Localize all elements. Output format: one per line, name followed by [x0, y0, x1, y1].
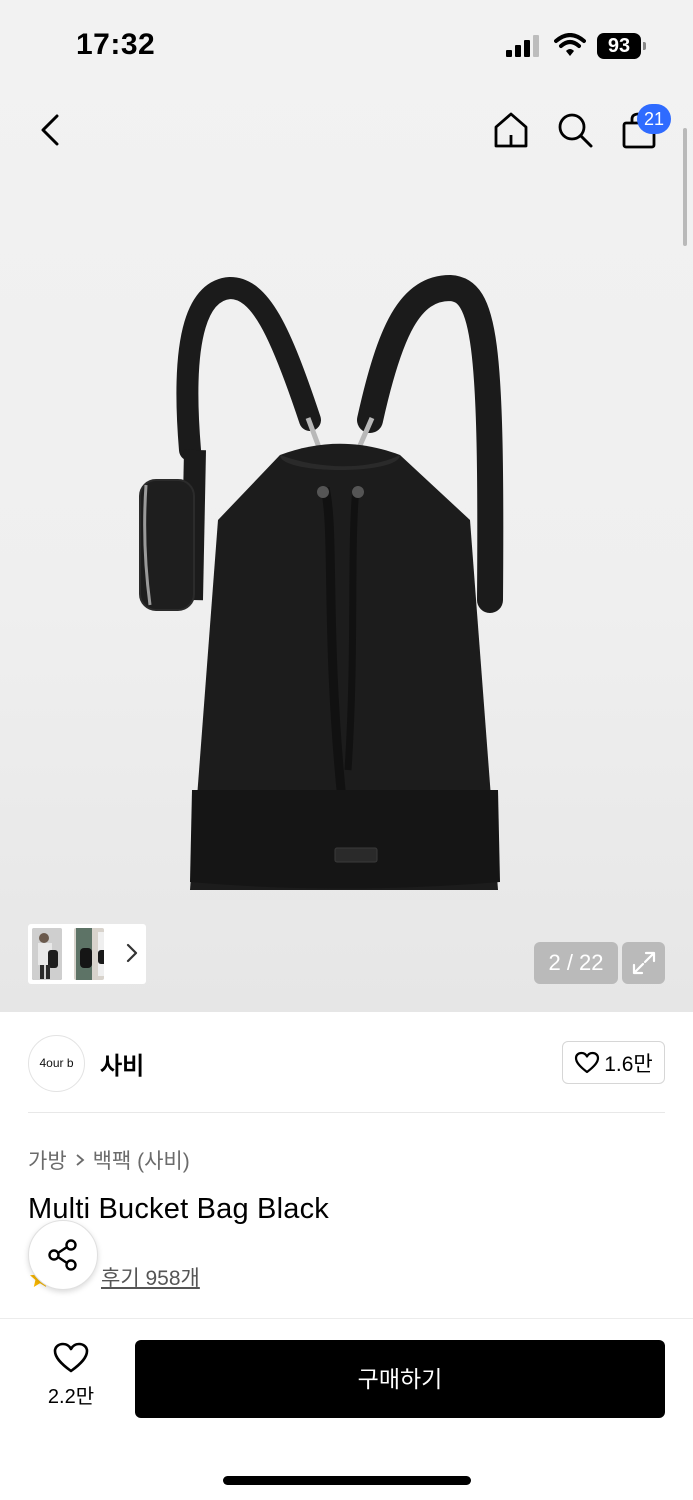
- scroll-indicator[interactable]: [683, 128, 687, 246]
- share-icon: [48, 1239, 77, 1271]
- heart-icon: [53, 1342, 89, 1373]
- chevron-left-icon: [41, 114, 59, 146]
- breadcrumb-category[interactable]: 가방: [28, 1145, 67, 1175]
- brand-logo[interactable]: 4our b: [28, 1035, 85, 1092]
- search-button[interactable]: [553, 108, 597, 152]
- image-page-indicator: 2 / 22: [534, 942, 618, 984]
- wifi-icon: [554, 33, 586, 56]
- thumbnail-image[interactable]: [32, 928, 62, 980]
- product-image: [139, 274, 504, 890]
- battery-indicator: 93: [597, 33, 647, 59]
- search-icon: [558, 113, 593, 148]
- home-button[interactable]: [489, 108, 533, 152]
- status-bar: 17:32 93: [0, 0, 693, 90]
- review-count-link[interactable]: 후기 958개: [101, 1262, 200, 1292]
- back-button[interactable]: [28, 108, 72, 152]
- breadcrumb-subcategory[interactable]: 백팩 (사비): [93, 1145, 190, 1175]
- buy-button[interactable]: 구매하기: [135, 1340, 665, 1418]
- chevron-right-icon: [76, 1154, 85, 1166]
- cart-count-badge: 21: [637, 104, 671, 134]
- heart-icon: [575, 1051, 600, 1073]
- battery-nub: [643, 42, 646, 50]
- share-button[interactable]: [28, 1220, 98, 1290]
- cellular-signal-icon: [506, 35, 539, 57]
- wishlist-count: 2.2만: [47, 1386, 95, 1408]
- expand-image-button[interactable]: [622, 942, 665, 984]
- home-indicator[interactable]: [223, 1476, 471, 1485]
- expand-icon: [632, 951, 655, 975]
- thumbnail-photo: [74, 928, 104, 980]
- thumbnail-photo: [32, 928, 62, 980]
- brand-name[interactable]: 사비: [100, 1046, 144, 1081]
- breadcrumb[interactable]: 가방 백팩 (사비): [28, 1145, 190, 1175]
- chevron-right-icon: [126, 943, 138, 963]
- brand-like-button[interactable]: 1.6만: [562, 1041, 665, 1084]
- brand-like-count: 1.6만: [604, 1052, 653, 1076]
- home-icon: [494, 112, 528, 148]
- status-time: 17:32: [76, 28, 156, 61]
- divider: [28, 1112, 665, 1113]
- battery-level: 93: [607, 35, 631, 57]
- thumbnail-strip[interactable]: [28, 924, 146, 984]
- thumbnail-image[interactable]: [74, 928, 104, 980]
- wishlist-button[interactable]: 2.2만: [36, 1342, 106, 1414]
